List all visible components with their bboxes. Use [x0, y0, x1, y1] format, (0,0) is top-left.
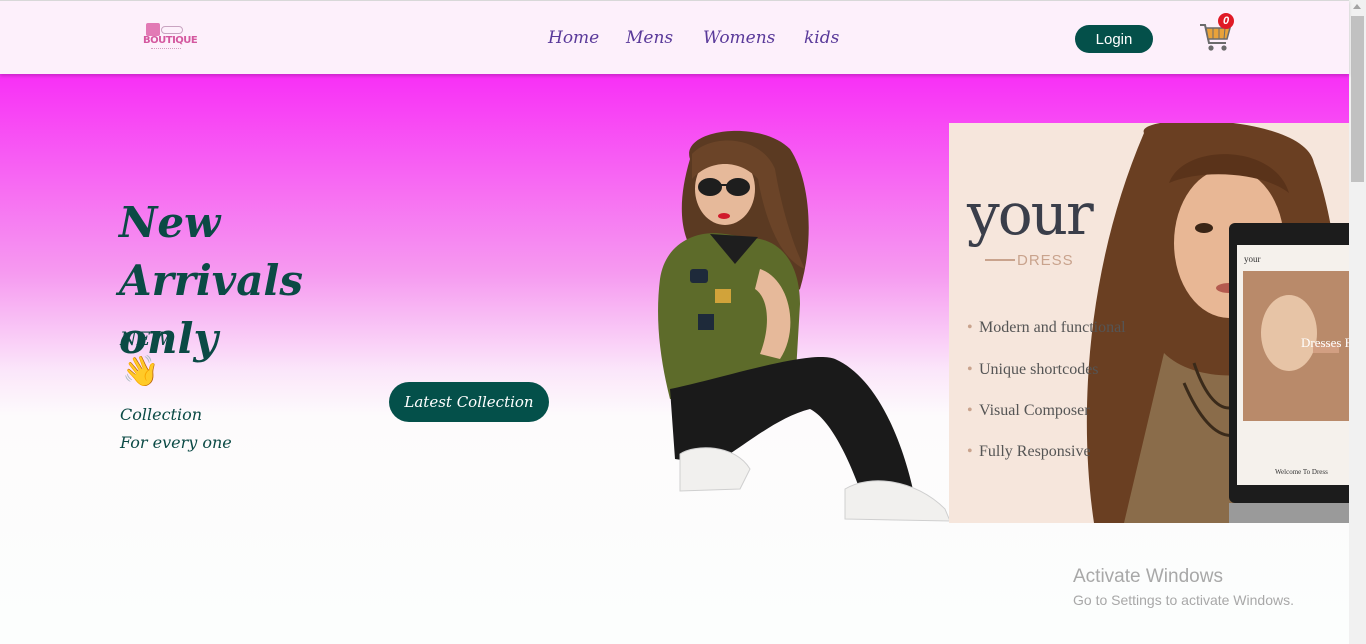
laptop-welcome-text: Welcome To Dress — [1275, 468, 1328, 476]
laptop-mockup — [1229, 223, 1349, 523]
collection-line-1: Collection — [120, 405, 203, 424]
promo-banner: your DRESS Modern and functional Unique … — [949, 123, 1349, 523]
banner-feature-4: Fully Responsive — [967, 443, 1091, 461]
laptop-heading: Dresses For — [1301, 335, 1349, 350]
logo-text: BOUTIQUE — [143, 35, 198, 46]
scrollbar-thumb[interactable] — [1351, 16, 1364, 182]
hero-new-label: NEW — [120, 328, 171, 350]
hero-collection-text: Collection For every one — [120, 401, 232, 457]
banner-divider — [985, 259, 1015, 261]
cart-button[interactable]: 0 — [1199, 13, 1234, 53]
boutique-logo[interactable]: BOUTIQUE — [143, 23, 198, 55]
banner-feature-1: Modern and functional — [967, 319, 1126, 337]
login-button[interactable]: Login — [1075, 25, 1153, 53]
banner-feature-2: Unique shortcodes — [967, 361, 1098, 379]
collection-line-2: For every one — [120, 433, 232, 452]
banner-feature-3: Visual Composer — [967, 402, 1090, 420]
banner-brand: your — [967, 180, 1094, 248]
vertical-scrollbar[interactable] — [1349, 0, 1366, 644]
banner-brand-sub: DRESS — [1017, 252, 1074, 269]
latest-collection-button[interactable]: Latest Collection — [389, 382, 549, 422]
cart-count-badge: 0 — [1218, 13, 1234, 29]
nav-kids[interactable]: kids — [804, 28, 839, 48]
navbar: BOUTIQUE Home Mens Womens kids Login 0 — [0, 0, 1349, 74]
nav-mens[interactable]: Mens — [626, 28, 673, 48]
laptop-logo: your — [1244, 254, 1261, 264]
hanger-icon — [161, 26, 183, 34]
hero-section: New Arrivals only NEW 👋 Collection For e… — [0, 74, 1349, 644]
model-image — [658, 130, 951, 522]
activate-windows-subtitle: Go to Settings to activate Windows. — [1073, 592, 1294, 608]
nav-womens[interactable]: Womens — [703, 28, 775, 48]
waving-hand-icon: 👋 — [122, 354, 160, 389]
logo-underline — [151, 48, 181, 51]
nav-home[interactable]: Home — [548, 28, 599, 48]
activate-windows-title: Activate Windows — [1073, 566, 1223, 587]
scroll-up-arrow-icon[interactable] — [1353, 4, 1361, 9]
